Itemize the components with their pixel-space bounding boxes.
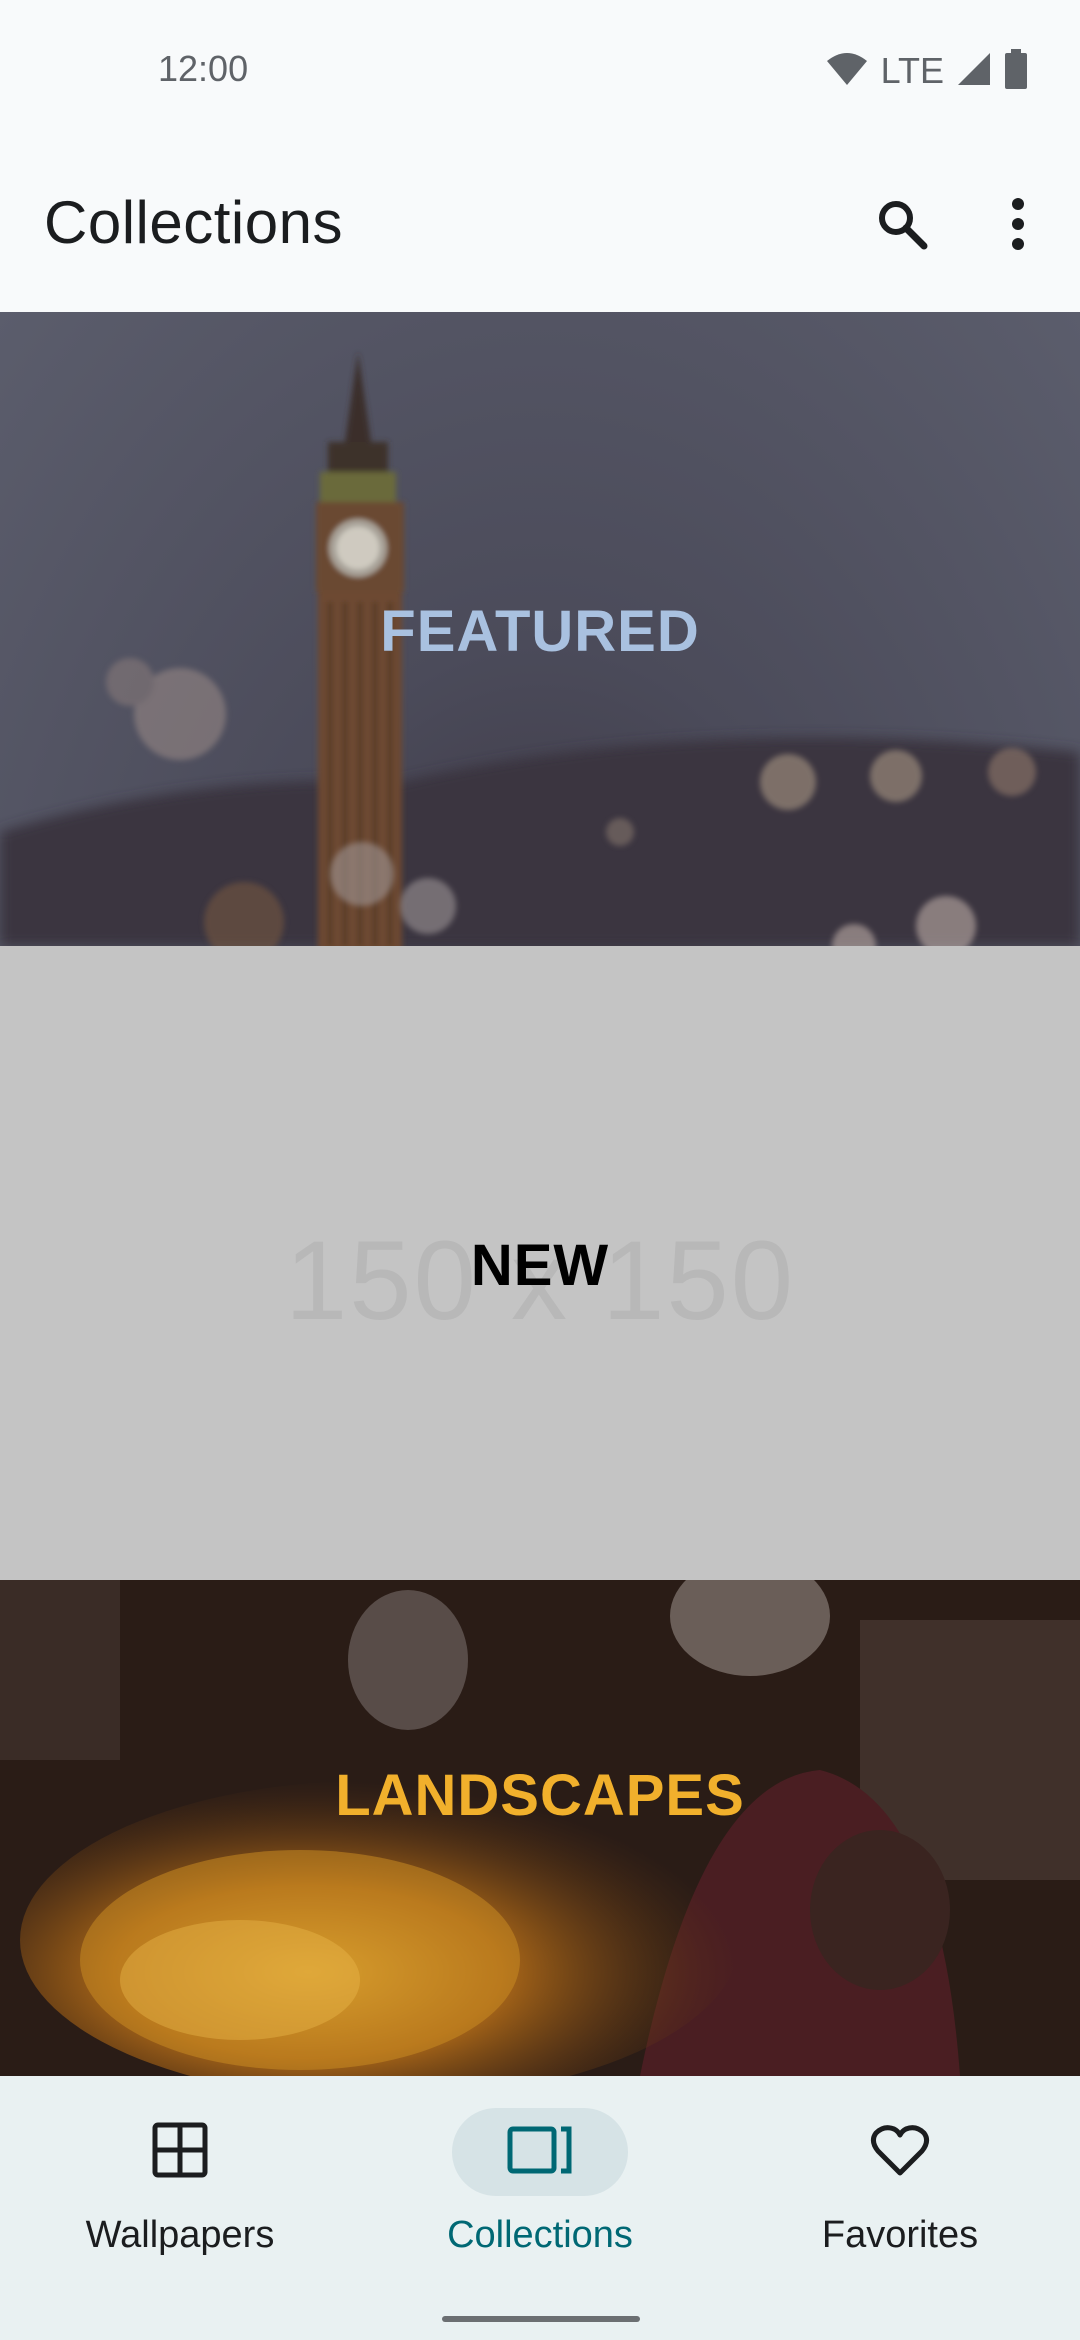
- search-button[interactable]: [858, 182, 946, 270]
- network-type: LTE: [880, 50, 944, 91]
- collection-card-featured[interactable]: FEATURED: [0, 312, 1080, 946]
- more-vert-icon: [1008, 196, 1028, 257]
- bottom-navigation: Wallpapers Collections Favorites: [0, 2076, 1080, 2340]
- collection-label: NEW: [470, 1233, 610, 1298]
- nav-label: Favorites: [821, 2214, 979, 2256]
- nav-item-collections[interactable]: Collections: [360, 2076, 720, 2296]
- page-title: Collections: [44, 189, 343, 256]
- nav-icon-container: [812, 2108, 988, 2196]
- app-bar: Collections: [0, 140, 1080, 312]
- nav-label: Collections: [447, 2214, 633, 2256]
- collection-card-new[interactable]: 150 x 150 NEW: [0, 946, 1080, 1580]
- status-time: 12:00: [158, 48, 249, 89]
- signal-icon: [956, 51, 992, 92]
- nav-item-wallpapers[interactable]: Wallpapers: [0, 2076, 360, 2296]
- nav-label: Wallpapers: [85, 2214, 275, 2256]
- home-indicator[interactable]: [442, 2316, 640, 2322]
- battery-icon: [1004, 48, 1028, 94]
- collections-icon: [507, 2126, 573, 2179]
- collection-card-landscapes[interactable]: LANDSCAPES: [0, 1580, 1080, 2076]
- heart-icon: [870, 2123, 930, 2182]
- nav-item-favorites[interactable]: Favorites: [720, 2076, 1080, 2296]
- search-icon: [874, 196, 930, 257]
- collections-list: FEATURED 150 x 150 NEW LANDSCAPES: [0, 312, 1080, 2076]
- grid-icon: [152, 2122, 208, 2183]
- wifi-icon: [825, 51, 869, 92]
- nav-icon-container: [92, 2108, 268, 2196]
- more-options-button[interactable]: [974, 182, 1062, 270]
- status-bar: 12:00 LTE: [0, 0, 1080, 140]
- status-icons: LTE: [825, 48, 1028, 94]
- collection-label: LANDSCAPES: [335, 1763, 745, 1828]
- nav-active-indicator: [452, 2108, 628, 2196]
- collection-label: FEATURED: [380, 599, 700, 664]
